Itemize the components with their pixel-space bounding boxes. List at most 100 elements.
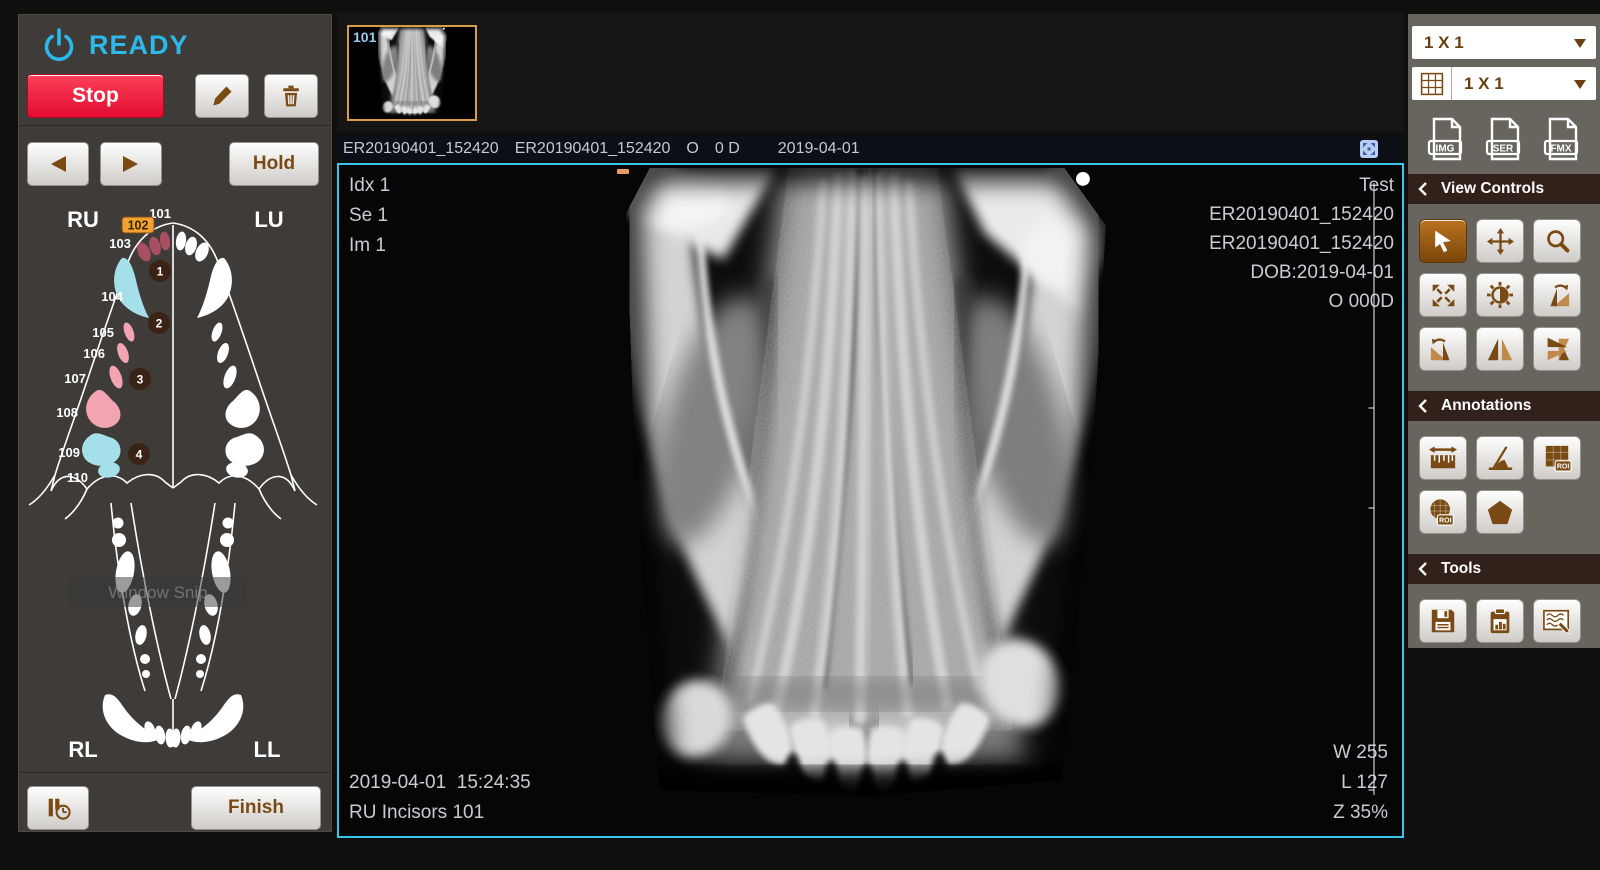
rotate-left-icon — [1429, 335, 1457, 363]
pause-clock-icon — [44, 795, 72, 821]
flip-vertical-button[interactable] — [1533, 327, 1581, 371]
overlay-line: 2019-04-01 15:24:35 — [349, 768, 531, 798]
pencil-icon — [209, 83, 235, 109]
overlay-line: O 000D — [1209, 287, 1394, 316]
next-image-button[interactable] — [100, 142, 162, 186]
overlay-line: DOB:2019-04-01 — [1209, 258, 1394, 287]
svg-text:102: 102 — [128, 219, 149, 233]
position-marker-1: 1 — [157, 265, 164, 279]
hold-button[interactable]: Hold — [229, 142, 319, 186]
rotate-right-button[interactable] — [1533, 273, 1581, 317]
viewer-canvas: Idx 1 Se 1 Im 1 Test ER20190401_152420 E… — [337, 163, 1404, 838]
angle-icon — [1486, 444, 1514, 472]
overlay-patient-info: Test ER20190401_152420 ER20190401_152420… — [1209, 171, 1394, 316]
polygon-roi-button[interactable] — [1476, 490, 1524, 534]
tooth-number-106: 106 — [83, 346, 105, 361]
ruler-icon — [1428, 444, 1458, 472]
zoom-tool-button[interactable] — [1533, 219, 1581, 263]
overlay-line: Se 1 — [349, 201, 390, 231]
measure-length-button[interactable] — [1419, 436, 1467, 480]
edit-button[interactable] — [195, 74, 249, 118]
delete-button[interactable] — [264, 74, 318, 118]
selected-tooth-badge[interactable]: 102 — [122, 217, 154, 233]
application-window: READY Stop — [0, 0, 1600, 870]
report-button[interactable] — [1476, 599, 1524, 643]
thumbnail-strip: 101 — [337, 12, 1404, 133]
position-marker-4: 4 — [136, 448, 143, 462]
jaw-outline — [29, 223, 317, 747]
trash-icon — [278, 83, 304, 109]
img-file-button[interactable]: IMG — [1426, 116, 1466, 162]
angle-value: 0 D — [715, 140, 740, 158]
flip-vertical-icon — [1543, 335, 1571, 363]
rotate-left-button[interactable] — [1419, 327, 1467, 371]
section-view-controls[interactable]: View Controls — [1408, 174, 1600, 204]
stop-button[interactable]: Stop — [27, 74, 164, 118]
thumbnail-101[interactable]: 101 — [347, 25, 477, 121]
fullscreen-button[interactable] — [1360, 140, 1378, 158]
brightness-contrast-button[interactable] — [1476, 273, 1524, 317]
ser-file-button[interactable]: SER — [1484, 116, 1524, 162]
roi-label: ROI — [1557, 464, 1570, 471]
measure-angle-button[interactable] — [1476, 436, 1524, 480]
generator-section: READY Stop — [19, 15, 331, 126]
expand-icon — [1362, 142, 1376, 156]
viewer-header: ER20190401_152420 ER20190401_152420 O 0 … — [337, 137, 1404, 161]
overlay-acquisition-info: 2019-04-01 15:24:35 RU Incisors 101 — [349, 768, 531, 828]
overlay-line: W 255 — [1333, 738, 1388, 768]
grid-layout-button[interactable] — [1412, 67, 1452, 100]
rect-roi-button[interactable]: ROI — [1533, 436, 1581, 480]
edit-image-button[interactable] — [1533, 599, 1581, 643]
divider — [19, 772, 331, 773]
finish-button[interactable]: Finish — [191, 786, 321, 830]
grid-icon — [1419, 71, 1445, 97]
overlay-line: ER20190401_152420 — [1209, 229, 1394, 258]
orientation-marker — [617, 169, 629, 174]
report-icon — [1486, 607, 1514, 635]
export-buttons: IMG SER FMX — [1408, 112, 1600, 166]
section-annotations[interactable]: Annotations — [1408, 391, 1600, 421]
tooth-chart[interactable]: Window Snip RU LU RL LL 101 103 104 105 … — [19, 185, 333, 770]
expand-arrows-icon — [1430, 282, 1457, 309]
tools-grid — [1408, 584, 1588, 655]
grid-layout-dropdown[interactable]: 1 X 1 — [1412, 67, 1596, 100]
chevron-left-icon — [1418, 398, 1428, 414]
overlay-index-info: Idx 1 Se 1 Im 1 — [349, 171, 390, 261]
fmx-file-button[interactable]: FMX — [1542, 116, 1582, 162]
layout-dropdown[interactable]: 1 X 1 — [1412, 26, 1596, 59]
edit-image-icon — [1542, 607, 1572, 635]
tooth-number-103: 103 — [109, 236, 131, 251]
roi-label: ROI — [1439, 518, 1452, 525]
arrow-right-icon — [120, 153, 142, 175]
tooth-number-110: 110 — [67, 470, 88, 485]
rect-roi-icon: ROI — [1541, 444, 1573, 472]
fit-screen-button[interactable] — [1419, 273, 1467, 317]
flip-horizontal-button[interactable] — [1476, 327, 1524, 371]
schedule-button[interactable] — [27, 786, 89, 830]
section-tools[interactable]: Tools — [1408, 554, 1600, 584]
study-date: 2019-04-01 — [778, 140, 860, 158]
image-viewer: ER20190401_152420 ER20190401_152420 O 0 … — [337, 137, 1404, 838]
pan-tool-button[interactable] — [1476, 219, 1524, 263]
tooth-number-108: 108 — [56, 405, 78, 420]
acquisition-panel: READY Stop — [18, 14, 332, 832]
position-marker-3: 3 — [137, 373, 144, 387]
chevron-left-icon — [1418, 181, 1428, 197]
arrow-left-icon — [47, 153, 69, 175]
position-marker-2: 2 — [156, 317, 163, 331]
study-id: ER20190401_152420 — [343, 140, 499, 158]
save-button[interactable] — [1419, 599, 1467, 643]
save-icon — [1429, 607, 1457, 635]
overlay-line: Idx 1 — [349, 171, 390, 201]
overlay-line: ER20190401_152420 — [1209, 200, 1394, 229]
circle-roi-button[interactable]: ROI — [1419, 490, 1467, 534]
overlay-window-level: W 255 L 127 Z 35% — [1333, 738, 1388, 828]
previous-image-button[interactable] — [27, 142, 89, 186]
quadrant-label-ll: LL — [254, 737, 281, 762]
fmx-label: FMX — [1550, 144, 1571, 155]
power-icon — [41, 27, 77, 63]
tooth-number-107: 107 — [64, 371, 86, 386]
cursor-tool-button[interactable] — [1419, 219, 1467, 263]
xray-image[interactable] — [620, 168, 1108, 802]
annotations-grid: ROI ROI — [1408, 421, 1588, 546]
